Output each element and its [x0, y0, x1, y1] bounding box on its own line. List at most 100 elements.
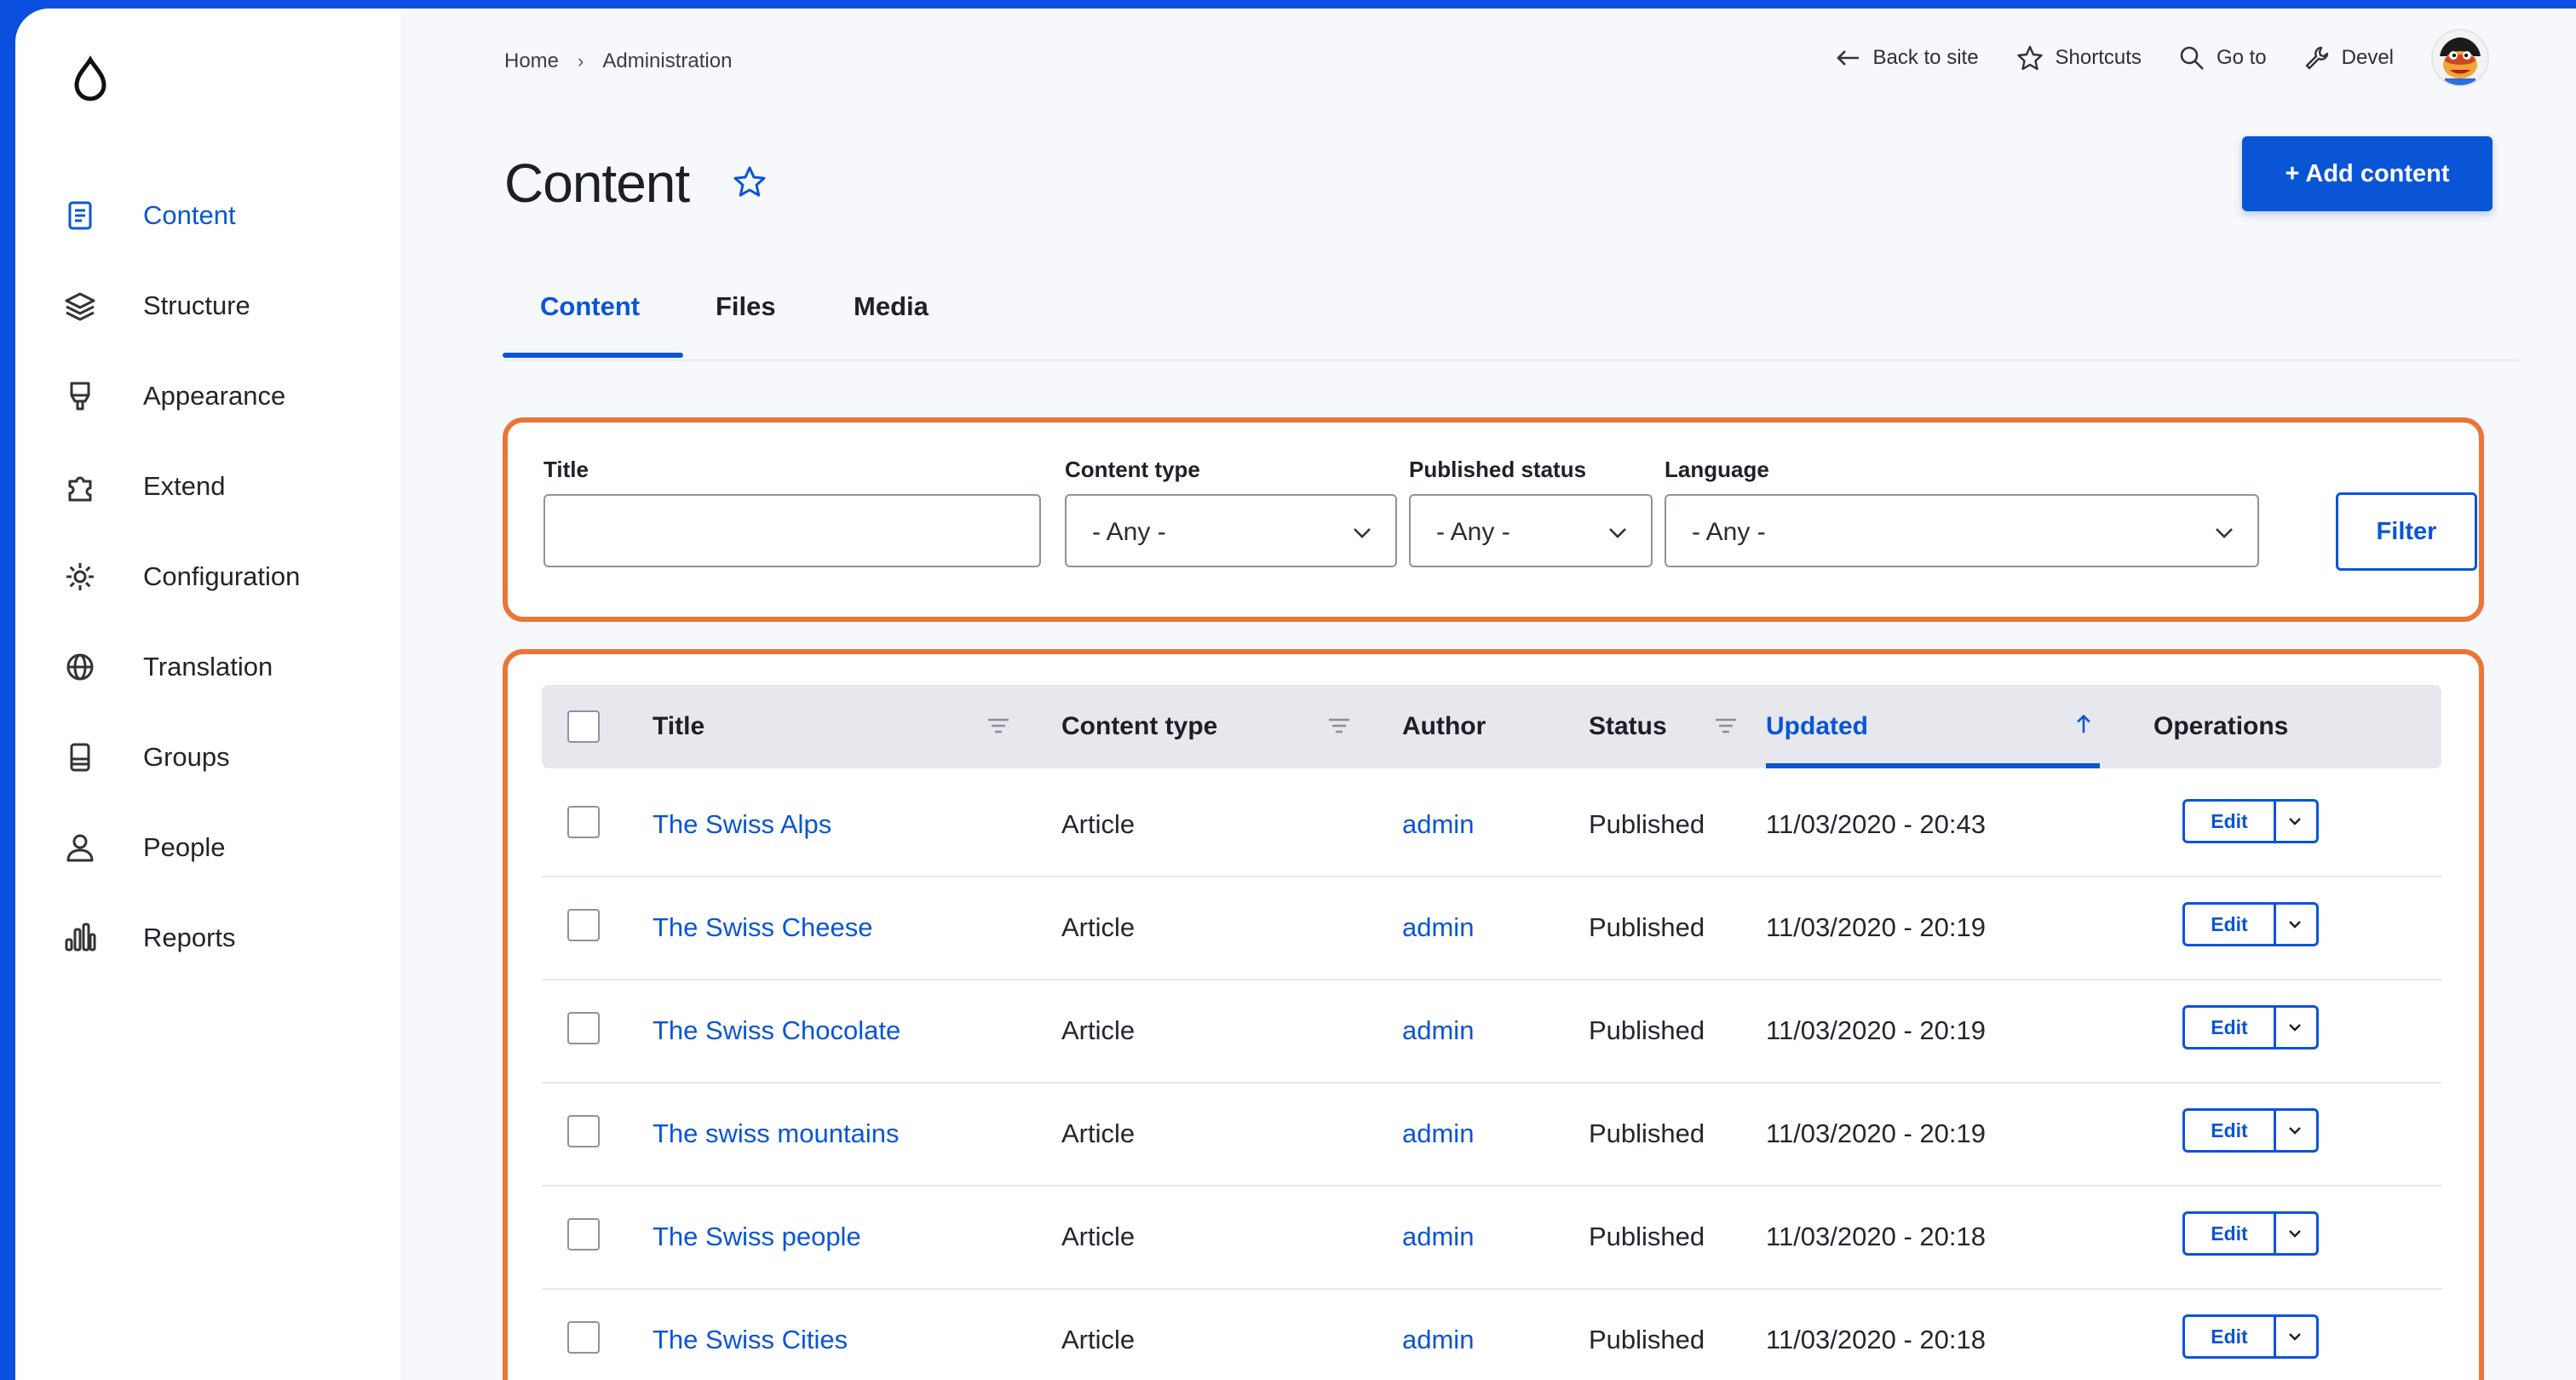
- sort-icon[interactable]: [1327, 716, 1351, 736]
- sidebar-item-label: People: [143, 832, 226, 862]
- row-title-link[interactable]: The Swiss Chocolate: [653, 1015, 900, 1046]
- row-checkbox[interactable]: [567, 806, 600, 838]
- file-text-icon: [68, 201, 92, 230]
- sidebar-item-appearance[interactable]: Appearance: [15, 362, 400, 430]
- edit-button[interactable]: Edit: [2185, 1111, 2276, 1150]
- sidebar-item-configuration[interactable]: Configuration: [15, 543, 400, 611]
- sidebar-item-extend[interactable]: Extend: [15, 452, 400, 520]
- drupal-logo-icon[interactable]: [63, 53, 118, 107]
- filter-button[interactable]: Filter: [2336, 492, 2477, 571]
- row-checkbox[interactable]: [567, 1321, 600, 1354]
- chevron-down-icon: [2289, 818, 2301, 825]
- row-author-link[interactable]: admin: [1402, 912, 1474, 943]
- sidebar-item-label: Reports: [143, 923, 236, 952]
- sort-icon[interactable]: [1714, 716, 1738, 736]
- title-filter-input[interactable]: [545, 496, 1039, 566]
- table-row: The Swiss Alps Article admin Published 11/03…: [542, 773, 2441, 877]
- content-type-label: Content type: [1065, 457, 1200, 482]
- row-checkbox[interactable]: [567, 1012, 600, 1044]
- chevron-down-icon: [1354, 528, 1371, 538]
- row-content-type: Article: [1061, 912, 1136, 942]
- main-content: Home › Administration Back to site Short…: [400, 9, 2576, 1380]
- paint-brush-icon: [70, 382, 90, 411]
- row-checkbox[interactable]: [567, 1115, 600, 1147]
- row-title-link[interactable]: The Swiss Cheese: [653, 912, 872, 943]
- column-header-title[interactable]: Title: [653, 712, 704, 741]
- edit-button[interactable]: Edit: [2185, 905, 2276, 944]
- edit-button[interactable]: Edit: [2185, 1317, 2276, 1356]
- row-title-link[interactable]: The swiss mountains: [653, 1118, 899, 1149]
- operations-dropdown-button[interactable]: [2274, 1317, 2316, 1356]
- chevron-down-icon: [2289, 1127, 2301, 1135]
- row-title-link[interactable]: The Swiss people: [653, 1222, 861, 1252]
- row-updated: 11/03/2020 - 20:19: [1766, 1118, 1986, 1148]
- sidebar-item-content[interactable]: Content: [15, 181, 400, 250]
- sort-ascending-arrow-icon[interactable]: [2072, 714, 2096, 734]
- row-status: Published: [1589, 1325, 1705, 1354]
- shortcut-star-icon[interactable]: [731, 164, 768, 201]
- operations-dropdown-button[interactable]: [2274, 905, 2316, 944]
- sort-icon[interactable]: [986, 716, 1010, 736]
- operations-dropdown-button[interactable]: [2274, 1214, 2316, 1253]
- content-table-panel: Title Content type Author Status Updated…: [503, 649, 2484, 1380]
- column-header-author: Author: [1402, 712, 1486, 740]
- operations-dropdown-button[interactable]: [2274, 1008, 2316, 1047]
- go-to-link[interactable]: Go to: [2179, 45, 2267, 71]
- breadcrumb-home-link[interactable]: Home: [504, 49, 559, 73]
- column-header-content-type[interactable]: Content type: [1061, 712, 1217, 741]
- edit-button[interactable]: Edit: [2185, 1008, 2276, 1047]
- row-checkbox[interactable]: [567, 909, 600, 941]
- wrench-icon: [2305, 46, 2328, 70]
- active-tab-indicator: [503, 353, 683, 358]
- row-status: Published: [1589, 1222, 1705, 1251]
- operations-dropdown-button[interactable]: [2274, 1111, 2316, 1150]
- row-author-link[interactable]: admin: [1402, 1325, 1474, 1355]
- add-content-button[interactable]: + Add content: [2242, 136, 2493, 211]
- star-icon: [2016, 45, 2043, 71]
- content-type-select[interactable]: - Any -: [1065, 494, 1397, 567]
- tab-files[interactable]: Files: [716, 291, 776, 322]
- row-title-link[interactable]: The Swiss Cities: [653, 1325, 848, 1355]
- avatar-image: [2433, 31, 2487, 85]
- select-all-checkbox[interactable]: [567, 710, 600, 743]
- row-operations: Edit: [2182, 1108, 2319, 1153]
- edit-button[interactable]: Edit: [2185, 1214, 2276, 1253]
- operations-dropdown-button[interactable]: [2274, 802, 2316, 841]
- row-author-link[interactable]: admin: [1402, 809, 1474, 840]
- user-avatar[interactable]: [2431, 29, 2489, 87]
- arrow-left-icon: [1837, 50, 1860, 66]
- chevron-down-icon: [2289, 1230, 2301, 1238]
- gear-icon: [66, 563, 94, 590]
- row-author-link[interactable]: admin: [1402, 1118, 1474, 1149]
- search-icon: [2180, 46, 2204, 70]
- language-select[interactable]: - Any -: [1665, 494, 2259, 567]
- row-title-link[interactable]: The Swiss Alps: [653, 809, 831, 840]
- column-header-updated[interactable]: Updated: [1766, 712, 1868, 741]
- tab-media[interactable]: Media: [854, 291, 929, 322]
- bar-chart-icon: [65, 923, 96, 952]
- column-header-status[interactable]: Status: [1589, 712, 1667, 741]
- sidebar-item-structure[interactable]: Structure: [15, 272, 400, 340]
- row-checkbox[interactable]: [567, 1218, 600, 1251]
- row-content-type: Article: [1061, 1325, 1136, 1354]
- sidebar-item-people[interactable]: People: [15, 814, 400, 882]
- table-row: The Swiss Cities Article admin Published 11/…: [542, 1289, 2441, 1380]
- table-header: Title Content type Author Status Updated…: [542, 685, 2441, 768]
- devel-link[interactable]: Devel: [2304, 45, 2394, 71]
- tab-content[interactable]: Content: [540, 291, 640, 322]
- back-to-site-label: Back to site: [1872, 46, 1979, 69]
- row-author-link[interactable]: admin: [1402, 1015, 1474, 1046]
- back-to-site-link[interactable]: Back to site: [1835, 46, 1979, 70]
- shortcuts-link[interactable]: Shortcuts: [2016, 44, 2142, 72]
- sidebar-item-reports[interactable]: Reports: [15, 904, 400, 972]
- edit-button[interactable]: Edit: [2185, 802, 2276, 841]
- sidebar-item-groups[interactable]: Groups: [15, 723, 400, 791]
- sidebar-item-translation[interactable]: Translation: [15, 633, 400, 701]
- sidebar-item-label: Translation: [143, 652, 273, 681]
- breadcrumb-current-link[interactable]: Administration: [602, 49, 732, 73]
- published-status-select[interactable]: - Any -: [1409, 494, 1653, 567]
- row-content-type: Article: [1061, 1222, 1136, 1251]
- table-row: The Swiss people Article admin Published 11/…: [542, 1186, 2441, 1290]
- language-value: - Any -: [1692, 518, 1766, 546]
- row-author-link[interactable]: admin: [1402, 1222, 1474, 1252]
